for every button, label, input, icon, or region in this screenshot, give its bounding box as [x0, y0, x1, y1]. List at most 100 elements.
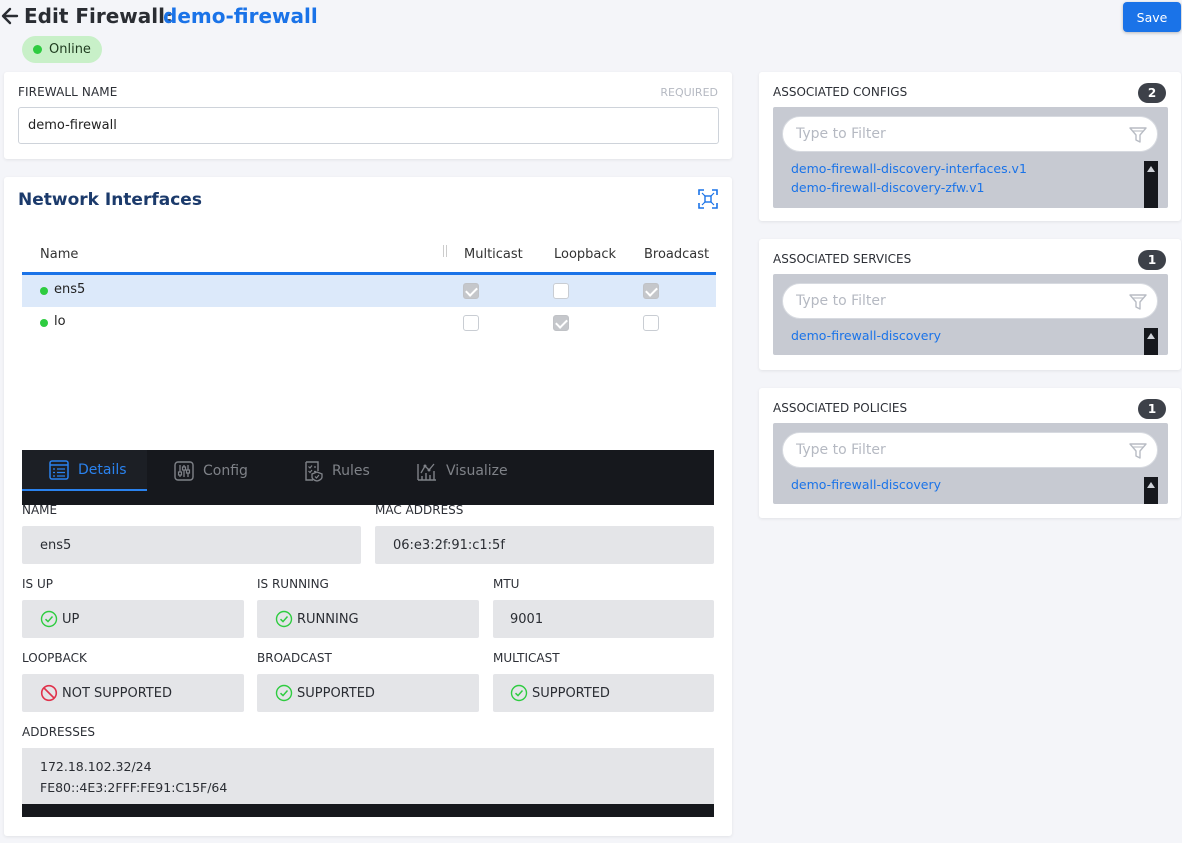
detail-name-value: ens5 [22, 526, 361, 564]
associated-policies-card: ASSOCIATED POLICIES 1 demo-firewall-disc… [759, 388, 1181, 518]
tab-details[interactable]: Details [22, 450, 147, 491]
loopback-checkbox[interactable] [553, 315, 569, 331]
column-header-broadcast[interactable]: Broadcast [644, 247, 709, 262]
detail-isup-text: UP [62, 611, 80, 627]
interface-name: lo [54, 314, 66, 329]
firewall-name-input[interactable] [18, 107, 719, 144]
detail-mac-label: MAC ADDRESS [375, 503, 464, 517]
detail-multicast-text: SUPPORTED [532, 685, 610, 701]
detail-multicast-label: MULTICAST [493, 651, 560, 665]
save-button[interactable]: Save [1123, 2, 1181, 32]
detail-isup-value: UP [22, 600, 244, 638]
address-item: FE80::4E3:2FFF:FE91:C15F/64 [40, 780, 228, 795]
column-header-loopback[interactable]: Loopback [554, 247, 616, 262]
multicast-checkbox[interactable] [463, 283, 479, 299]
back-arrow-icon[interactable] [0, 4, 20, 28]
associated-service-link[interactable]: demo-firewall-discovery [791, 328, 941, 343]
detail-mtu-value: 9001 [493, 600, 714, 638]
detail-isrunning-label: IS RUNNING [257, 577, 329, 591]
detail-mtu-label: MTU [493, 577, 520, 591]
tab-visualize[interactable]: Visualize [416, 450, 508, 491]
tab-config-label: Config [203, 462, 248, 479]
filter-icon [1129, 443, 1147, 459]
status-label: Online [49, 42, 91, 57]
scroll-up-arrow-icon[interactable] [1147, 482, 1155, 488]
policies-scrollbar[interactable] [1144, 477, 1158, 504]
tab-config[interactable]: Config [173, 450, 248, 491]
associated-policies-count-badge: 1 [1138, 399, 1166, 419]
sliders-icon [174, 460, 194, 481]
associated-services-title: ASSOCIATED SERVICES [773, 252, 912, 266]
expand-icon[interactable] [697, 188, 719, 210]
detail-loopback-value: NOT SUPPORTED [22, 674, 244, 712]
not-allowed-icon [40, 684, 58, 702]
associated-config-link[interactable]: demo-firewall-discovery-zfw.v1 [791, 180, 984, 195]
scroll-up-arrow-icon[interactable] [1147, 166, 1155, 172]
configs-filter-input[interactable] [782, 116, 1158, 152]
detail-addresses-label: ADDRESSES [22, 725, 96, 739]
tab-rules-label: Rules [332, 462, 370, 479]
check-circle-icon [275, 684, 293, 702]
page-header: Edit Firewall: demo-firewall Save Online [0, 0, 1182, 70]
column-header-name[interactable]: Name [40, 247, 78, 262]
detail-isrunning-text: RUNNING [297, 611, 359, 627]
detail-loopback-text: NOT SUPPORTED [62, 685, 172, 701]
services-filter-input[interactable] [782, 283, 1158, 319]
list-icon [49, 459, 69, 480]
detail-broadcast-text: SUPPORTED [297, 685, 375, 701]
configs-scrollbar[interactable] [1144, 161, 1158, 208]
filter-icon [1129, 127, 1147, 143]
details-bottom-bar [22, 804, 714, 817]
associated-services-count-badge: 1 [1138, 250, 1166, 270]
required-label: REQUIRED [660, 86, 718, 99]
online-status-dot-icon [40, 287, 48, 295]
detail-isup-label: IS UP [22, 577, 53, 591]
detail-isrunning-value: RUNNING [257, 600, 479, 638]
scroll-up-arrow-icon[interactable] [1147, 333, 1155, 339]
services-scrollbar[interactable] [1144, 328, 1158, 355]
broadcast-checkbox[interactable] [643, 315, 659, 331]
associated-config-link[interactable]: demo-firewall-discovery-interfaces.v1 [791, 161, 1027, 176]
details-tab-bar: Details Config Rules Visualize [22, 450, 714, 505]
check-circle-icon [275, 610, 293, 628]
detail-addresses-value: 172.18.102.32/24 FE80::4E3:2FFF:FE91:C15… [22, 748, 714, 804]
online-status-dot-icon [33, 45, 42, 54]
interfaces-table-header: Name Multicast Loopback Broadcast [22, 242, 716, 275]
network-interfaces-card: Network Interfaces Name Multicast Loopba… [4, 177, 732, 836]
associated-policies-panel: demo-firewall-discovery [773, 423, 1168, 504]
check-circle-icon [510, 684, 528, 702]
detail-broadcast-value: SUPPORTED [257, 674, 479, 712]
detail-name-label: NAME [22, 503, 58, 517]
check-circle-icon [40, 610, 58, 628]
detail-multicast-value: SUPPORTED [493, 674, 714, 712]
online-status-dot-icon [40, 319, 48, 327]
multicast-checkbox[interactable] [463, 315, 479, 331]
interface-name: ens5 [54, 282, 86, 297]
broadcast-checkbox[interactable] [643, 283, 659, 299]
address-item: 172.18.102.32/24 [40, 759, 152, 774]
detail-mtu-text: 9001 [510, 611, 544, 627]
column-header-multicast[interactable]: Multicast [464, 247, 523, 262]
associated-services-panel: demo-firewall-discovery [773, 274, 1168, 355]
table-row[interactable]: lo [22, 307, 716, 339]
detail-mac-value: 06:e3:2f:91:c1:5f [375, 526, 714, 564]
detail-name-text: ens5 [40, 537, 72, 553]
associated-policies-title: ASSOCIATED POLICIES [773, 401, 908, 415]
detail-broadcast-label: BROADCAST [257, 651, 332, 665]
associated-configs-count-badge: 2 [1138, 83, 1166, 103]
firewall-name-label: FIREWALL NAME [18, 85, 118, 99]
loopback-checkbox[interactable] [553, 283, 569, 299]
associated-policy-link[interactable]: demo-firewall-discovery [791, 477, 941, 492]
firewall-name-card: FIREWALL NAME REQUIRED [4, 72, 732, 159]
tab-rules[interactable]: Rules [302, 450, 370, 491]
network-interfaces-title: Network Interfaces [18, 190, 202, 210]
detail-mac-text: 06:e3:2f:91:c1:5f [393, 537, 505, 553]
column-resize-handle[interactable] [443, 245, 447, 257]
rules-icon [305, 460, 323, 482]
table-row[interactable]: ens5 [22, 275, 716, 307]
associated-configs-card: ASSOCIATED CONFIGS 2 demo-firewall-disco… [759, 72, 1181, 221]
policies-filter-input[interactable] [782, 432, 1158, 468]
status-badge: Online [22, 36, 102, 63]
tab-visualize-label: Visualize [446, 462, 508, 479]
page-title-prefix: Edit Firewall: [24, 4, 173, 28]
